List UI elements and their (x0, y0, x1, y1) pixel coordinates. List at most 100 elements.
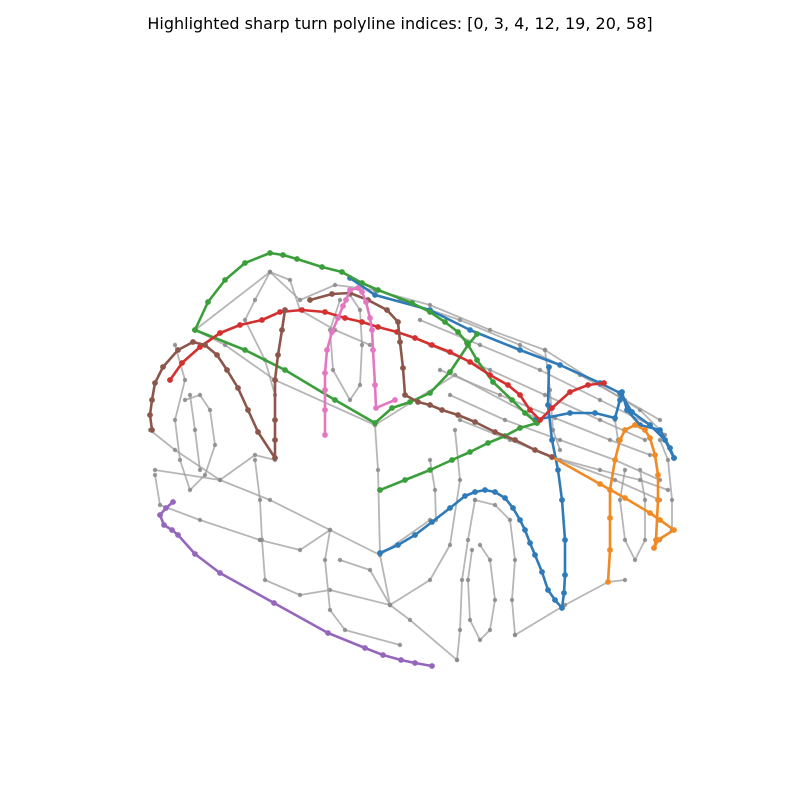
context-vertex (252, 457, 258, 463)
highlighted-vertex (557, 362, 563, 368)
context-vertex (427, 302, 433, 308)
context-vertex (477, 542, 483, 548)
highlighted-vertex (539, 569, 545, 575)
highlighted-vertex (655, 472, 661, 478)
highlighted-vertex (272, 437, 278, 443)
context-vertex (665, 487, 671, 493)
context-vertex (557, 447, 563, 453)
highlighted-vertex (282, 307, 288, 313)
highlighted-vertex (322, 407, 328, 413)
context-vertex (477, 637, 483, 643)
highlighted-vertex (152, 380, 158, 386)
highlighted-vertex (372, 292, 378, 298)
highlighted-vertex (373, 405, 379, 411)
context-vertex (152, 472, 158, 478)
highlighted-vertex (412, 660, 418, 666)
highlighted-vertex (343, 297, 349, 303)
context-vertex (632, 557, 638, 563)
context-vertex (297, 547, 303, 553)
highlighted-vertex (372, 382, 378, 388)
context-vertex (477, 342, 483, 348)
highlighted-vertex (622, 495, 628, 501)
highlighted-vertex (527, 540, 533, 546)
highlighted-vertex (567, 389, 573, 395)
highlighted-vertex (427, 390, 433, 396)
context-vertex (657, 437, 663, 443)
highlighted-vertex (447, 505, 453, 511)
highlighted-vertex (474, 331, 480, 337)
context-vertex (454, 657, 460, 663)
highlighted-vertex (395, 542, 401, 548)
highlighted-vertex (447, 349, 453, 355)
highlighted-vertex (642, 427, 648, 433)
highlighted-vertex (467, 449, 473, 455)
context-vertex (172, 417, 178, 423)
highlighted-vertex (561, 590, 567, 596)
highlighted-vertex (384, 307, 390, 313)
context-vertex (357, 307, 363, 313)
highlighted-vertex (367, 315, 373, 321)
highlighted-vertex (272, 455, 278, 461)
highlighted-vertex (657, 517, 663, 523)
highlighted-vertex (275, 352, 281, 358)
highlighted-vertex (527, 407, 533, 413)
context-vertex (642, 537, 648, 543)
highlighted-vertex (280, 252, 286, 258)
context-vertex (257, 537, 263, 543)
highlighted-vertex (546, 364, 552, 370)
highlighted-vertex (259, 317, 265, 323)
context-vertex (197, 517, 203, 523)
context-vertex (509, 597, 515, 603)
highlighted-vertex (271, 600, 277, 606)
highlighted-vertex (170, 499, 176, 505)
context-vertex (197, 392, 203, 398)
context-vertex (387, 602, 393, 608)
highlighted-vertex (653, 537, 659, 543)
highlighted-vertex (245, 407, 251, 413)
highlighted-vertex (517, 347, 523, 353)
highlighted-vertex (175, 347, 181, 353)
highlighted-vertex (597, 481, 603, 487)
highlighted-vertex (517, 425, 523, 431)
context-vertex (327, 607, 333, 613)
context-vertex (457, 627, 463, 633)
highlighted-vertex (510, 505, 516, 511)
context-vertex (202, 472, 208, 478)
highlighted-vertex (222, 277, 228, 283)
highlighted-vertex (363, 299, 369, 305)
highlighted-vertex (549, 454, 555, 460)
context-vertex (542, 347, 548, 353)
highlighted-vertex (465, 342, 471, 348)
highlighted-vertex (392, 397, 398, 403)
highlighted-vertex (217, 570, 223, 576)
highlighted-vertex (242, 260, 248, 266)
highlighted-vertex (467, 327, 473, 333)
highlighted-vertex (217, 330, 223, 336)
highlighted-vertex (657, 427, 663, 433)
highlighted-vertex (160, 364, 166, 370)
highlighted-vertex (202, 342, 208, 348)
highlighted-vertex (447, 369, 453, 375)
highlighted-vertex (415, 399, 421, 405)
highlighted-vertex (339, 269, 345, 275)
highlighted-vertex (429, 519, 435, 525)
highlighted-vertex (549, 437, 555, 443)
highlighted-vertex (192, 551, 198, 557)
highlighted-vertex (397, 339, 403, 345)
highlighted-vertex (532, 447, 538, 453)
highlighted-vertex (612, 415, 618, 421)
highlighted-vertex (559, 605, 565, 611)
context-vertex (467, 617, 473, 623)
context-vertex (359, 342, 365, 348)
highlighted-vertex (412, 532, 418, 538)
context-vertex (597, 467, 603, 473)
highlighted-vertex (562, 572, 568, 578)
context-vertex (197, 467, 203, 473)
context-vertex (447, 542, 453, 548)
highlighted-vertex (522, 410, 528, 416)
highlighted-vertex (359, 289, 365, 295)
context-vertex (437, 367, 443, 373)
highlighted-vertex (567, 410, 573, 416)
context-vertex (337, 557, 343, 563)
highlighted-vertex (400, 365, 406, 371)
